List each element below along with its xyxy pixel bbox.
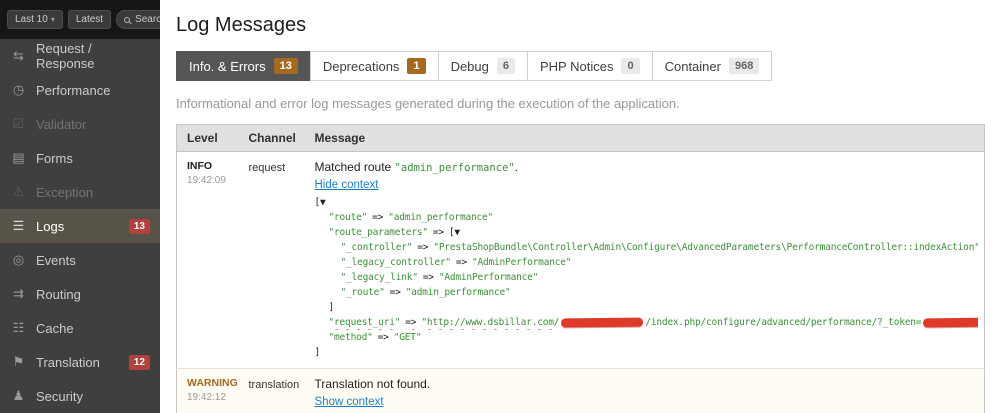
dump-line: [▼ [315,195,979,210]
log-table: Level Channel Message INFO 19:42:09 requ… [176,124,985,413]
last-10-label: Last 10 [15,14,48,25]
tab-label: PHP Notices [540,59,613,74]
sidebar-item-request-response[interactable]: ⇆ Request / Response [0,39,160,73]
sidebar-item-validator: ☑ Validator [0,107,160,141]
page-title: Log Messages [176,14,985,37]
panel-description: Informational and error log messages gen… [176,96,985,111]
show-context-link[interactable]: Show context [315,396,384,408]
tab-label: Info. & Errors [189,59,266,74]
logs-icon: ☰ [10,218,27,234]
log-messages-panel: Log Messages Info. & Errors 13 Deprecati… [160,0,1000,413]
log-channel: translation [249,379,300,391]
tab-label: Debug [451,59,489,74]
translation-icon: ⚑ [10,354,27,370]
log-level: WARNING [187,377,233,389]
log-level: INFO [187,160,233,172]
sidebar-item-performance[interactable]: ◷ Performance [0,73,160,107]
context-dump: [▼ "route"=>"admin_performance" "route_p… [315,195,979,360]
dump-line: "route_parameters"=>[▼ [315,225,979,240]
tab-count-badge: 6 [497,58,515,74]
log-time: 19:42:09 [187,175,233,186]
sidebar-item-label: Events [36,253,76,268]
table-header-row: Level Channel Message [177,125,985,152]
translation-count-badge: 12 [129,355,150,370]
sidebar-item-forms[interactable]: ▤ Forms [0,141,160,175]
redaction-scribble [923,318,978,328]
events-icon: ◎ [10,252,27,268]
sidebar-item-security[interactable]: ♟ Security [0,379,160,413]
dump-line: ] [315,300,979,315]
sidebar-item-label: Performance [36,83,110,98]
tab-deprecations[interactable]: Deprecations 1 [310,51,439,81]
chevron-down-icon: ▾ [51,15,55,24]
log-tabs: Info. & Errors 13 Deprecations 1 Debug 6… [176,51,985,81]
hide-context-link[interactable]: Hide context [315,179,379,191]
sidebar-item-label: Exception [36,185,93,200]
table-row: WARNING 19:42:12 translation Translation… [177,369,985,413]
dump-line: "route"=>"admin_performance" [315,210,979,225]
sidebar-item-logs[interactable]: ☰ Logs 13 [0,209,160,243]
search-icon [124,17,130,23]
tab-count-badge: 13 [274,58,298,74]
tab-info-errors[interactable]: Info. & Errors 13 [176,51,311,81]
dump-toggle-open[interactable]: [▼ [315,197,326,208]
tab-php-notices[interactable]: PHP Notices 0 [527,51,653,81]
tab-label: Container [665,59,721,74]
tab-count-badge: 1 [407,58,425,74]
sidebar-item-translation[interactable]: ⚑ Translation 12 [0,345,160,379]
dump-line: "method"=>"GET" [315,330,979,345]
dump-line: ] [315,345,979,360]
sidebar-item-exception: ⚠ Exception [0,175,160,209]
sidebar-item-label: Validator [36,117,86,132]
log-channel: request [249,162,286,174]
profiler-app: Last 10 ▾ Latest Search ⇆ Request / Resp… [0,0,1000,413]
sidebar-item-routing[interactable]: ⇉ Routing [0,277,160,311]
table-row: INFO 19:42:09 request Matched route "adm… [177,152,985,369]
dump-line: "_legacy_controller"=>"AdminPerformance" [315,255,979,270]
route-name: "admin_performance" [395,162,515,174]
log-message: Translation not found. [315,377,979,391]
sidebar-item-cache[interactable]: ☷ Cache [0,311,160,345]
dump-toggle-open[interactable]: [▼ [449,227,460,238]
sidebar-item-label: Request / Response [36,41,150,71]
latest-label: Latest [76,14,103,25]
exception-icon: ⚠ [10,184,27,200]
tab-container[interactable]: Container 968 [652,51,773,81]
sidebar-item-events[interactable]: ◎ Events [0,243,160,277]
col-header-level: Level [177,125,239,152]
validator-icon: ☑ [10,116,27,132]
request-response-icon: ⇆ [10,48,27,64]
logs-count-badge: 13 [129,219,150,234]
sidebar-item-label: Logs [36,219,64,234]
dump-line: "_controller"=>"PrestaShopBundle\Control… [315,240,979,255]
security-icon: ♟ [10,388,27,404]
log-time: 19:42:12 [187,392,233,403]
forms-icon: ▤ [10,150,27,166]
cache-icon: ☷ [10,320,27,336]
sidebar-item-label: Forms [36,151,73,166]
redaction-scribble [561,318,643,328]
sidebar-menu: ⇆ Request / Response ◷ Performance ☑ Val… [0,39,160,413]
sidebar-header: Last 10 ▾ Latest Search [0,0,160,39]
tab-count-badge: 0 [621,58,639,74]
tab-debug[interactable]: Debug 6 [438,51,528,81]
routing-icon: ⇉ [10,286,27,302]
sidebar-item-label: Translation [36,355,100,370]
performance-icon: ◷ [10,82,27,98]
col-header-message: Message [305,125,985,152]
latest-button[interactable]: Latest [68,10,111,29]
sidebar-item-label: Routing [36,287,81,302]
log-message: Matched route "admin_performance". [315,160,979,174]
dump-line: "_route"=>"admin_performance" [315,285,979,300]
profiler-sidebar: Last 10 ▾ Latest Search ⇆ Request / Resp… [0,0,160,413]
tab-label: Deprecations [323,59,400,74]
tab-count-badge: 968 [729,58,759,74]
dump-line-request-uri: "request_uri"=>"http://www.dsbillar.com/… [315,315,979,330]
sidebar-item-label: Security [36,389,83,404]
last-10-dropdown[interactable]: Last 10 ▾ [7,10,63,29]
dump-line: "_legacy_link"=>"AdminPerformance" [315,270,979,285]
col-header-channel: Channel [239,125,305,152]
sidebar-item-label: Cache [36,321,74,336]
